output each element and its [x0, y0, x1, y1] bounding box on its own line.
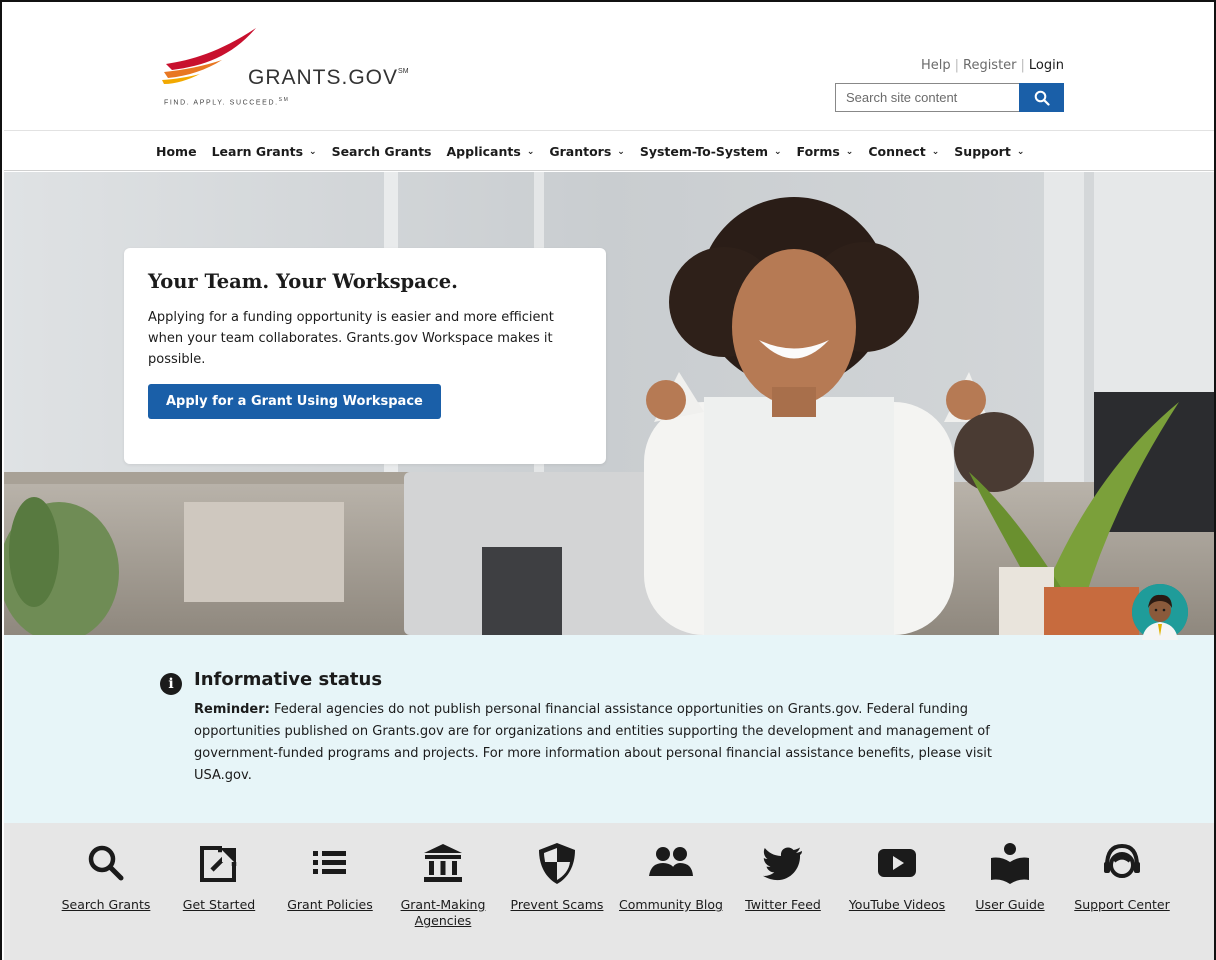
- nav-item-label: Forms: [796, 144, 840, 159]
- quick-link-label: YouTube Videos: [848, 897, 946, 912]
- nav-item-learn-grants[interactable]: Learn Grants ⌄: [212, 144, 317, 159]
- register-link[interactable]: Register: [963, 58, 1017, 73]
- nav-item-search-grants[interactable]: Search Grants: [332, 144, 432, 159]
- nav-item-label: Applicants: [446, 144, 521, 159]
- quick-link-label: Grant Policies: [287, 897, 373, 912]
- nav-item-connect[interactable]: Connect ⌄: [868, 144, 939, 159]
- utility-links: Help | Register | Login: [921, 58, 1064, 73]
- logo-tagline: FIND. APPLY. SUCCEED.SM: [164, 97, 290, 107]
- nav-item-support[interactable]: Support ⌄: [954, 144, 1024, 159]
- quick-link-grant-policies[interactable]: Grant Policies: [275, 839, 385, 913]
- quick-link-label: Twitter Feed: [745, 897, 821, 912]
- quick-link-label: User Guide: [975, 897, 1045, 912]
- list-icon: [275, 839, 385, 887]
- shield-icon: [502, 839, 612, 887]
- search-icon: [51, 839, 161, 887]
- alert-body: Reminder: Federal agencies do not publis…: [194, 699, 1024, 787]
- hero-description: Applying for a funding opportunity is ea…: [148, 310, 554, 367]
- quick-link-community-blog[interactable]: Community Blog: [616, 839, 726, 913]
- quick-link-youtube-videos[interactable]: YouTube Videos: [842, 839, 952, 913]
- support-agent-icon: [1067, 839, 1177, 887]
- bank-icon: [388, 839, 498, 887]
- site-header: GRANTS.GOVSM FIND. APPLY. SUCCEED.SM Hel…: [4, 4, 1214, 130]
- info-icon: i: [160, 673, 182, 695]
- nav-item-applicants[interactable]: Applicants ⌄: [447, 144, 535, 159]
- page-frame: GRANTS.GOVSM FIND. APPLY. SUCCEED.SM Hel…: [0, 0, 1216, 960]
- youtube-icon: [842, 839, 952, 887]
- search-icon: [1034, 90, 1050, 106]
- quick-link-label: Support Center: [1074, 897, 1170, 912]
- external-link-icon: [164, 839, 274, 887]
- quick-link-search-grants[interactable]: Search Grants: [51, 839, 161, 913]
- quick-link-label: Grant-Making Agencies: [400, 897, 486, 928]
- twitter-icon: [728, 839, 838, 887]
- chevron-down-icon: ⌄: [931, 146, 940, 157]
- chevron-down-icon: ⌄: [845, 146, 854, 157]
- nav-item-label: Home: [156, 144, 197, 159]
- quick-link-support-center[interactable]: Support Center: [1067, 839, 1177, 913]
- quick-link-user-guide[interactable]: User Guide: [955, 839, 1065, 913]
- nav-item-grantors[interactable]: Grantors ⌄: [549, 144, 624, 159]
- quick-link-label: Prevent Scams: [510, 897, 604, 912]
- people-icon: [616, 839, 726, 887]
- nav-list: Home Learn Grants ⌄ Search Grants Applicants…: [156, 144, 1039, 159]
- nav-item-system-to-system[interactable]: System-To-System ⌄: [640, 144, 782, 159]
- alert-title: Informative status: [194, 669, 383, 690]
- quick-link-label: Get Started: [182, 897, 256, 912]
- chevron-down-icon: ⌄: [309, 146, 317, 157]
- apply-workspace-button[interactable]: Apply for a Grant Using Workspace: [148, 384, 441, 419]
- quick-links-bar: Search Grants Get Started Grant Policies…: [4, 823, 1214, 960]
- separator: |: [1020, 58, 1025, 73]
- login-link[interactable]: Login: [1029, 58, 1064, 73]
- quick-link-grant-making-agencies[interactable]: Grant-Making Agencies: [388, 839, 498, 929]
- help-link[interactable]: Help: [921, 58, 951, 73]
- alert-lead: Reminder:: [194, 702, 270, 717]
- quick-link-twitter-feed[interactable]: Twitter Feed: [728, 839, 838, 913]
- hero-card: Your Team. Your Workspace. Applying for …: [124, 248, 606, 464]
- logo-swoosh-icon: [162, 28, 256, 84]
- hero-title: Your Team. Your Workspace.: [148, 270, 458, 293]
- user-guide-icon: [955, 839, 1065, 887]
- separator: |: [954, 58, 959, 73]
- chevron-down-icon: ⌄: [773, 146, 782, 157]
- quick-link-prevent-scams[interactable]: Prevent Scams: [502, 839, 612, 913]
- nav-item-label: Connect: [868, 144, 926, 159]
- chevron-down-icon: ⌄: [526, 146, 535, 157]
- nav-item-label: Support: [954, 144, 1011, 159]
- nav-item-label: Learn Grants: [211, 144, 304, 159]
- nav-item-home[interactable]: Home: [156, 144, 197, 159]
- nav-item-forms[interactable]: Forms ⌄: [797, 144, 854, 159]
- hero-banner: Your Team. Your Workspace. Applying for …: [4, 172, 1214, 635]
- chat-assistant-button[interactable]: [1132, 584, 1188, 640]
- search-button[interactable]: [1019, 83, 1064, 112]
- chevron-down-icon: ⌄: [617, 146, 625, 157]
- quick-link-label: Search Grants: [61, 897, 151, 912]
- site-search: [835, 83, 1064, 112]
- logo-wordmark: GRANTS.GOVSM: [248, 66, 409, 89]
- alert-text: Federal agencies do not publish personal…: [194, 702, 993, 783]
- informative-status-alert: i Informative status Reminder: Federal a…: [4, 635, 1214, 823]
- chat-agent-icon: [1132, 584, 1188, 640]
- main-navigation: Home Learn Grants ⌄ Search Grants Applicants…: [4, 130, 1214, 171]
- nav-item-label: System-To-System: [639, 144, 768, 159]
- quick-link-label: Community Blog: [619, 897, 723, 912]
- quick-link-get-started[interactable]: Get Started: [164, 839, 274, 913]
- search-input[interactable]: [835, 83, 1019, 112]
- nav-item-label: Search Grants: [331, 144, 432, 159]
- chevron-down-icon: ⌄: [1016, 146, 1025, 157]
- grants-gov-logo[interactable]: GRANTS.GOVSM FIND. APPLY. SUCCEED.SM: [162, 26, 409, 110]
- nav-item-label: Grantors: [549, 144, 612, 159]
